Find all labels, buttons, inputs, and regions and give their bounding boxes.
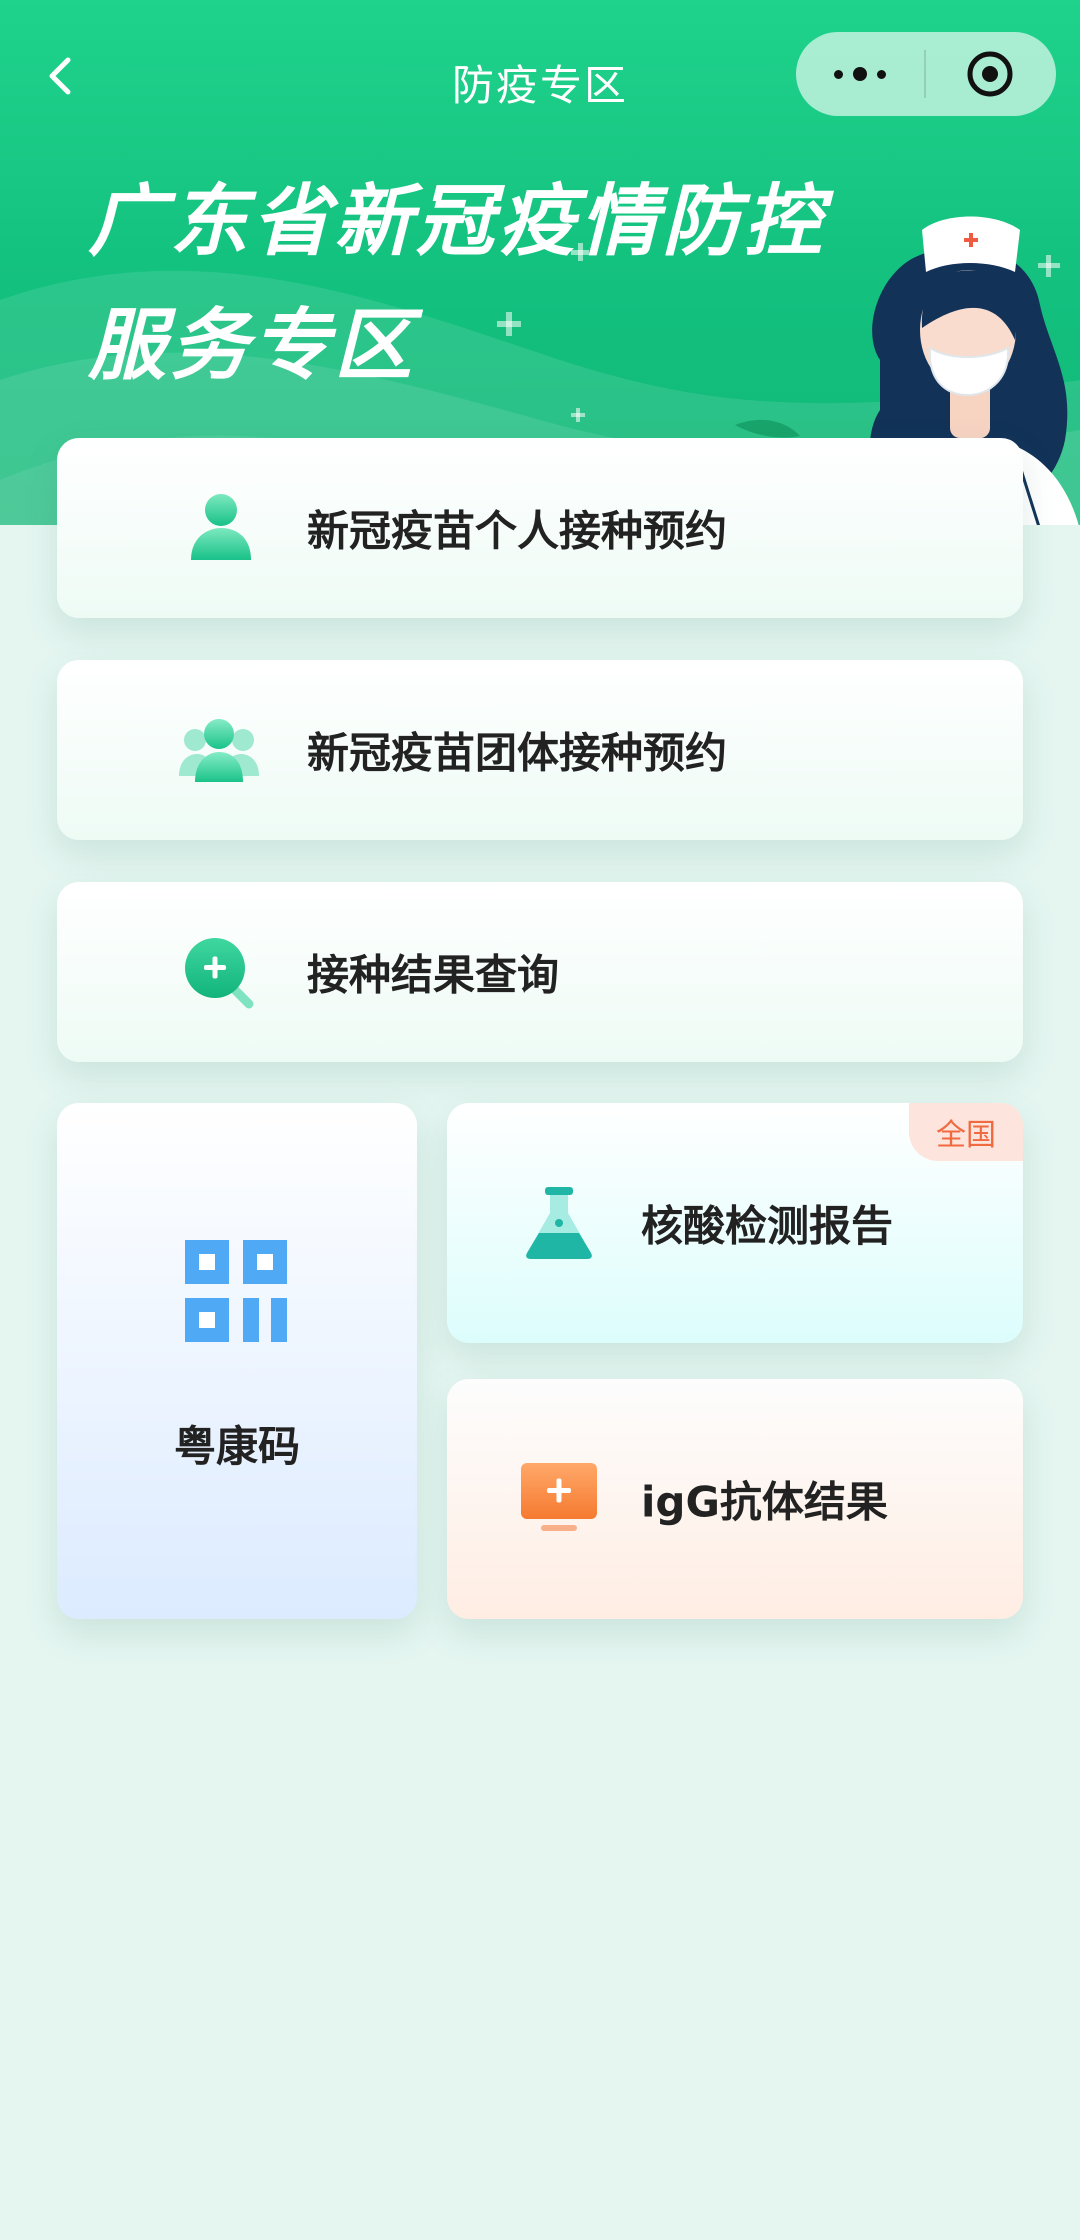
health-code-card[interactable]: 粤康码 — [57, 1103, 417, 1619]
search-plus-icon — [185, 938, 254, 1009]
antibody-result-label: igG抗体结果 — [641, 1477, 888, 1527]
more-button[interactable] — [796, 32, 924, 116]
nucleic-test-report-card[interactable]: 全国 核酸检测报告 — [447, 1103, 1023, 1343]
group-vaccine-appointment-label: 新冠疫苗团体接种预约 — [307, 728, 728, 778]
personal-vaccine-appointment-label: 新冠疫苗个人接种预约 — [307, 506, 728, 556]
dot-icon — [853, 67, 867, 81]
dot-icon — [877, 69, 886, 79]
monitor-plus-icon — [521, 1463, 597, 1531]
target-icon — [967, 51, 1013, 97]
qr-code-icon — [185, 1240, 287, 1342]
nationwide-badge: 全国 — [909, 1103, 1023, 1161]
group-icon — [179, 719, 259, 782]
group-vaccine-appointment-card[interactable]: 新冠疫苗团体接种预约 — [57, 660, 1023, 840]
nucleic-test-report-label: 核酸检测报告 — [641, 1201, 894, 1251]
health-code-label: 粤康码 — [173, 1422, 300, 1471]
top-navigation-bar: 防疫专区 — [0, 0, 1080, 150]
person-icon — [191, 494, 251, 560]
antibody-result-card[interactable]: igG抗体结果 — [447, 1379, 1023, 1619]
dot-icon — [834, 69, 843, 79]
hero-title: 广东省新冠疫情防控 服务专区 — [88, 160, 826, 408]
hero-title-line2: 服务专区 — [88, 301, 417, 391]
vaccination-result-query-card[interactable]: 接种结果查询 — [57, 882, 1023, 1062]
personal-vaccine-appointment-card[interactable]: 新冠疫苗个人接种预约 — [57, 438, 1023, 618]
flask-icon — [526, 1187, 592, 1259]
hero-title-line1: 广东省新冠疫情防控 — [88, 177, 827, 267]
miniprogram-capsule — [796, 32, 1056, 116]
vaccination-result-query-label: 接种结果查询 — [307, 950, 560, 1000]
close-miniprogram-button[interactable] — [926, 32, 1054, 116]
